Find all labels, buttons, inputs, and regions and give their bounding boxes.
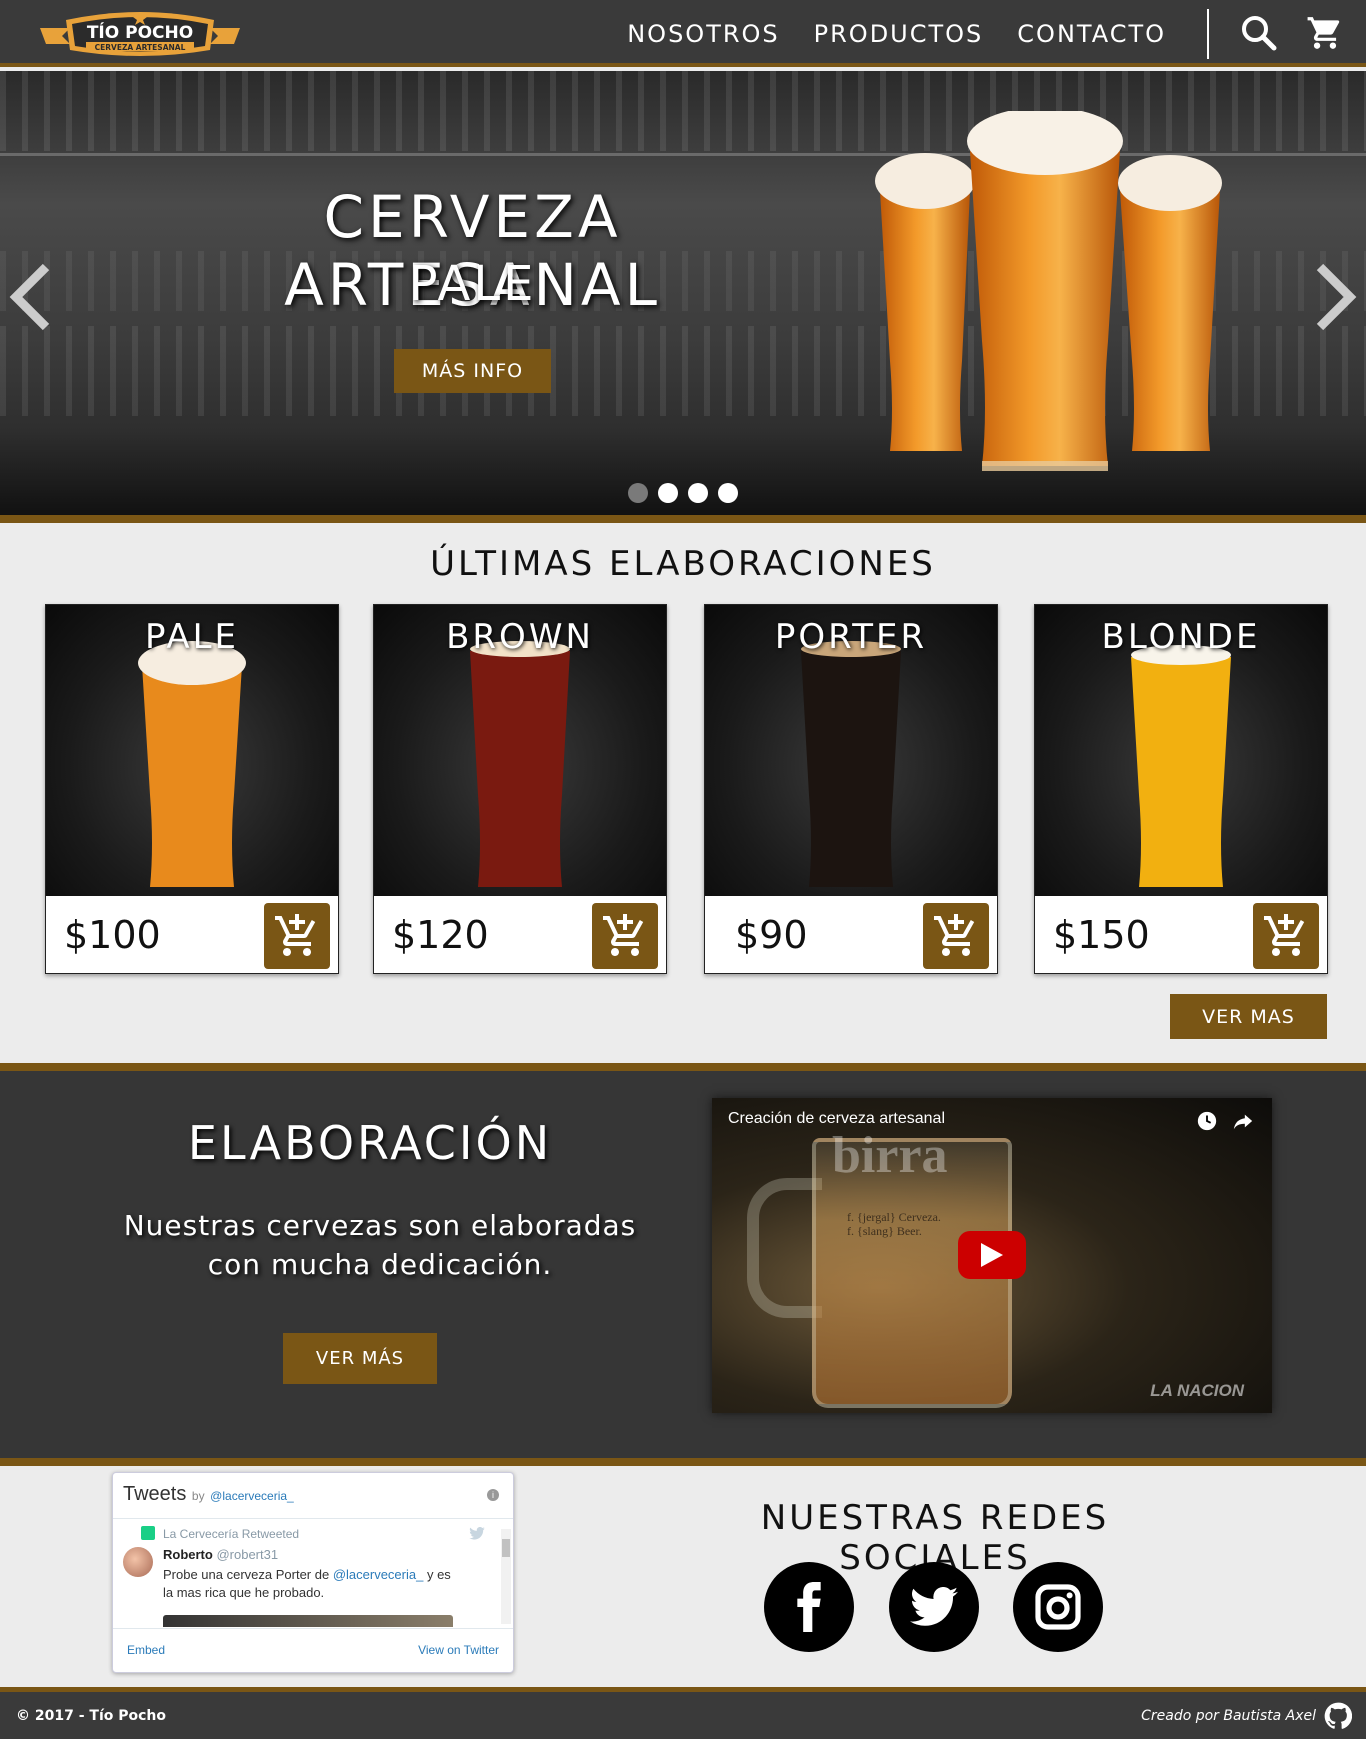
- product-name: BROWN: [446, 617, 594, 657]
- footer: © 2017 - Tío Pocho Creado por Bautista A…: [0, 1687, 1366, 1739]
- footer-credit: Creado por Bautista Axel: [1141, 1708, 1316, 1724]
- scrollbar[interactable]: [501, 1529, 511, 1624]
- retweet-label: La Cervecería Retweeted: [163, 1527, 300, 1541]
- svg-text:TÍO POCHO: TÍO POCHO: [87, 21, 193, 43]
- products-title: ÚLTIMAS ELABORACIONES: [430, 544, 936, 584]
- nav-nosotros[interactable]: NOSOTROS: [627, 20, 779, 48]
- add-to-cart-button[interactable]: [923, 903, 989, 969]
- carousel-next-icon[interactable]: [1310, 257, 1360, 337]
- twitter-icon[interactable]: [889, 1562, 979, 1652]
- footer-copyright: © 2017 - Tío Pocho: [16, 1708, 167, 1724]
- add-to-cart-button[interactable]: [264, 903, 330, 969]
- carousel-dot[interactable]: [718, 483, 738, 503]
- elaboracion-more-button[interactable]: VER MÁS: [283, 1333, 437, 1384]
- product-price: $120: [392, 913, 489, 957]
- play-icon[interactable]: [958, 1231, 1026, 1279]
- carousel-indicators: [628, 483, 738, 503]
- video-player[interactable]: birra f. {jergal} Cerveza. f. {slang} Be…: [712, 1098, 1272, 1413]
- elaboracion-text: Nuestras cervezas son elaboradas con muc…: [90, 1206, 670, 1284]
- retweet-icon: [141, 1526, 155, 1540]
- product-card-porter[interactable]: PORTER $90: [704, 604, 998, 974]
- add-cart-icon: [275, 914, 316, 956]
- add-cart-icon: [603, 914, 644, 956]
- tweet-mention-link[interactable]: @lacerveceria_: [333, 1567, 424, 1582]
- carousel-prev-icon[interactable]: [6, 257, 56, 337]
- elaboracion-title: ELABORACIÓN: [187, 1116, 553, 1170]
- add-cart-icon: [1264, 914, 1305, 956]
- carousel-dot[interactable]: [658, 483, 678, 503]
- elaboracion-text-line: con mucha dedicación.: [207, 1248, 553, 1281]
- nav-productos[interactable]: PRODUCTOS: [814, 20, 984, 48]
- nav-contacto[interactable]: CONTACTO: [1017, 20, 1166, 48]
- products-more-button[interactable]: VER MAS: [1170, 994, 1327, 1039]
- product-card-brown[interactable]: BROWN $120: [373, 604, 667, 974]
- avatar[interactable]: [123, 1547, 153, 1577]
- divider: [113, 1628, 513, 1629]
- svg-text:CERVEZA ARTESANAL: CERVEZA ARTESANAL: [95, 43, 186, 52]
- tweet-text: Probe una cerveza Porter de @lacerveceri…: [163, 1566, 463, 1602]
- tweet-text-part: Probe una cerveza Porter de: [163, 1567, 333, 1582]
- watch-later-icon[interactable]: [1196, 1110, 1218, 1136]
- hero-subtitle: PALE: [408, 256, 537, 312]
- tweets-handle-link[interactable]: @lacerveceria_: [210, 1489, 294, 1503]
- mug-handle-decor: [747, 1178, 822, 1318]
- add-to-cart-button[interactable]: [592, 903, 658, 969]
- beer-glasses-image: [875, 111, 1222, 471]
- carousel-dot[interactable]: [628, 483, 648, 503]
- nav-divider: [1207, 9, 1209, 59]
- brand-logo[interactable]: TÍO POCHO CERVEZA ARTESANAL: [40, 6, 240, 62]
- tweets-header: Tweets by @lacerveceria_: [123, 1483, 294, 1506]
- cart-icon[interactable]: [1306, 14, 1344, 52]
- scrollbar-thumb[interactable]: [502, 1539, 510, 1557]
- share-icon[interactable]: [1232, 1110, 1254, 1136]
- elaboracion-section: ELABORACIÓN Nuestras cervezas son elabor…: [0, 1071, 1366, 1458]
- divider: [113, 1518, 513, 1519]
- product-price: $150: [1053, 913, 1150, 957]
- tweets-by: by: [191, 1489, 205, 1503]
- product-card-pale[interactable]: PALE $100: [45, 604, 339, 974]
- mug-definition-line: f. {slang} Beer.: [847, 1224, 922, 1238]
- add-cart-icon: [934, 914, 975, 956]
- section-divider: [0, 1458, 1366, 1466]
- info-icon[interactable]: i: [487, 1489, 499, 1501]
- tweet-media[interactable]: [163, 1615, 453, 1627]
- video-title[interactable]: Creación de cerveza artesanal: [728, 1110, 945, 1128]
- product-price: $90: [735, 913, 808, 957]
- hero-more-info-button[interactable]: MÁS INFO: [394, 349, 551, 393]
- twitter-bird-icon[interactable]: [469, 1526, 485, 1540]
- section-divider: [0, 1063, 1366, 1071]
- hero-carousel: CERVEZA ARTESANAL PALE MÁS INFO: [0, 71, 1366, 515]
- search-icon[interactable]: [1240, 14, 1278, 52]
- facebook-icon[interactable]: [764, 1562, 854, 1652]
- add-to-cart-button[interactable]: [1253, 903, 1319, 969]
- product-name: PORTER: [774, 617, 928, 657]
- github-icon[interactable]: [1324, 1702, 1353, 1730]
- video-watermark: LA NACION: [1150, 1381, 1244, 1400]
- section-divider: [0, 515, 1366, 523]
- twitter-timeline-widget[interactable]: Tweets by @lacerveceria_ i La Cervecería…: [112, 1472, 514, 1673]
- main-nav: NOSOTROS PRODUCTOS CONTACTO: [627, 0, 1166, 67]
- tweet-author-name: Roberto: [163, 1547, 213, 1562]
- carousel-dot[interactable]: [688, 483, 708, 503]
- mug-definition: f. {jergal} Cerveza. f. {slang} Beer.: [847, 1210, 941, 1238]
- product-card-blonde[interactable]: BLONDE $150: [1034, 604, 1328, 974]
- tweets-title: Tweets: [123, 1483, 187, 1505]
- elaboracion-text-line: Nuestras cervezas son elaboradas: [123, 1209, 637, 1242]
- tweet-author-handle: @robert31: [216, 1547, 279, 1562]
- product-price: $100: [64, 913, 161, 957]
- mug-word: birra: [832, 1127, 948, 1184]
- view-on-twitter-link[interactable]: View on Twitter: [418, 1643, 499, 1657]
- navbar: TÍO POCHO CERVEZA ARTESANAL NOSOTROS PRO…: [0, 0, 1366, 67]
- product-name: PALE: [144, 617, 239, 657]
- product-name: BLONDE: [1101, 617, 1261, 657]
- mug-definition-line: f. {jergal} Cerveza.: [847, 1210, 941, 1224]
- instagram-icon[interactable]: [1013, 1562, 1103, 1652]
- tweet-author[interactable]: Roberto @robert31: [163, 1547, 278, 1562]
- embed-link[interactable]: Embed: [127, 1643, 165, 1657]
